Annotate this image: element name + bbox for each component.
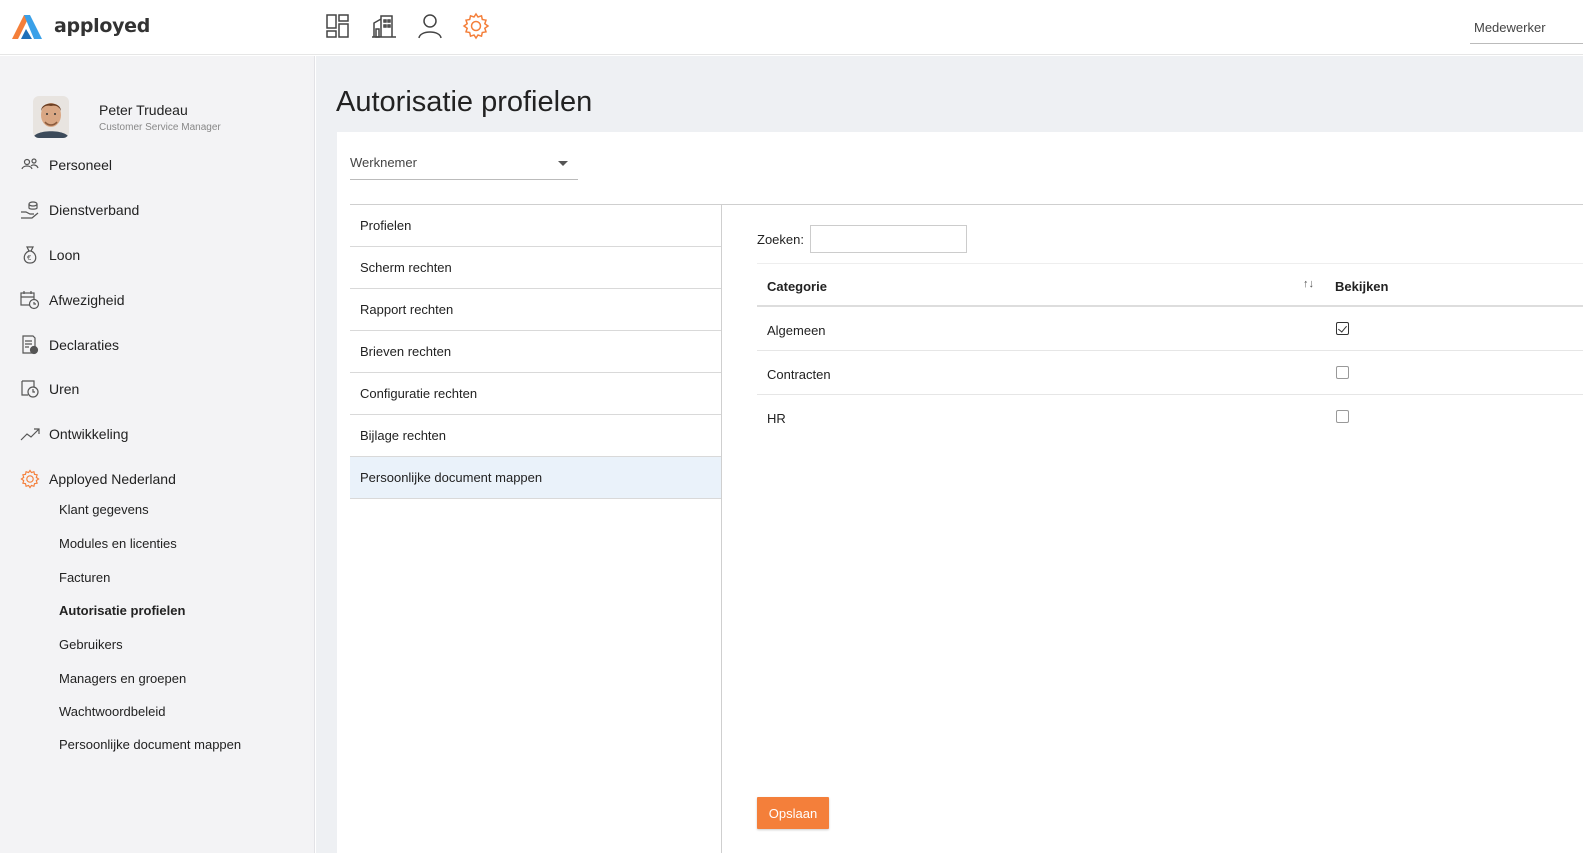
people-icon (20, 155, 40, 175)
subitem-autorisatie-profielen[interactable]: Autorisatie profielen (59, 601, 185, 621)
profile-select[interactable]: Werknemer (350, 152, 578, 180)
user-profile[interactable]: Peter Trudeau Customer Service Manager (33, 96, 221, 138)
subitem-managers-en-groepen[interactable]: Managers en groepen (59, 669, 186, 689)
page-title: Autorisatie profielen (336, 86, 593, 118)
sidebar-item-dienstverband[interactable]: Dienstverband (20, 198, 139, 222)
menu-item-rapport-rechten[interactable]: Rapport rechten (350, 289, 721, 331)
table-header: Categorie ↑↓ Bekijken (757, 263, 1583, 307)
app-logo[interactable]: apployed (12, 12, 150, 40)
sidebar-item-personeel[interactable]: Personeel (20, 153, 112, 177)
subitem-persoonlijke-document-mappen[interactable]: Persoonlijke document mappen (59, 735, 241, 755)
user-icon[interactable] (416, 10, 444, 42)
search-label: Zoeken: (757, 232, 804, 247)
sidebar-item-loon[interactable]: € Loon (20, 243, 80, 267)
sidebar-item-uren[interactable]: Uren (20, 377, 79, 401)
apployed-logo-icon (12, 15, 42, 39)
view-checkbox[interactable] (1336, 410, 1349, 423)
contract-icon (20, 200, 40, 220)
menu-item-persoonlijke-document-mappen[interactable]: Persoonlijke document mappen (350, 457, 721, 499)
chevron-down-icon (558, 161, 568, 166)
menu-item-scherm-rechten[interactable]: Scherm rechten (350, 247, 721, 289)
profile-select-value: Werknemer (350, 155, 417, 170)
subitem-wachtwoordbeleid[interactable]: Wachtwoordbeleid (59, 702, 165, 722)
menu-item-bijlage-rechten[interactable]: Bijlage rechten (350, 415, 721, 457)
svg-text:€: € (27, 254, 31, 262)
sidebar-item-declaraties[interactable]: Declaraties (20, 333, 119, 357)
rights-menu: Profielen Scherm rechten Rapport rechten… (350, 205, 721, 499)
building-icon[interactable] (370, 10, 398, 42)
sidebar-item-label: Dienstverband (49, 202, 140, 218)
receipt-icon (20, 335, 40, 355)
avatar (33, 96, 69, 138)
sidebar-item-label: Uren (49, 381, 80, 397)
table-row: Contracten (757, 351, 1583, 395)
permissions-table: Categorie ↑↓ Bekijken Algemeen Contracte… (757, 263, 1583, 439)
category-cell: HR (767, 411, 786, 426)
sidebar-item-label: Ontwikkeling (49, 426, 129, 442)
sidebar-item-ontwikkeling[interactable]: Ontwikkeling (20, 422, 128, 446)
profile-name: Peter Trudeau (99, 102, 188, 118)
calendar-clock-icon (20, 290, 40, 310)
sidebar-item-label: Declaraties (49, 337, 120, 353)
subitem-klant-gegevens[interactable]: Klant gegevens (59, 500, 149, 520)
save-button[interactable]: Opslaan (757, 797, 829, 829)
category-cell: Contracten (767, 367, 831, 382)
gear-icon (20, 469, 40, 489)
money-bag-icon: € (20, 245, 40, 265)
sidebar-item-label: Loon (49, 247, 81, 263)
sidebar-item-label: Personeel (49, 157, 113, 173)
sidebar-item-apployed-nederland[interactable]: Apployed Nederland (20, 467, 176, 491)
hours-icon (20, 379, 40, 399)
search-input[interactable] (810, 225, 967, 253)
sidebar-item-afwezigheid[interactable]: Afwezigheid (20, 288, 125, 312)
subitem-modules-en-licenties[interactable]: Modules en licenties (59, 534, 177, 554)
menu-item-brieven-rechten[interactable]: Brieven rechten (350, 331, 721, 373)
view-checkbox[interactable] (1336, 366, 1349, 379)
table-row: HR (757, 395, 1583, 439)
sidebar-item-label: Afwezigheid (49, 292, 125, 308)
sidebar: Peter Trudeau Customer Service Manager P… (0, 56, 315, 853)
menu-item-profielen[interactable]: Profielen (350, 205, 721, 247)
subitem-gebruikers[interactable]: Gebruikers (59, 635, 123, 655)
top-bar: apployed Medewerker (0, 0, 1583, 55)
sort-icon[interactable]: ↑↓ (1303, 278, 1314, 290)
profile-role: Customer Service Manager (99, 122, 221, 133)
table-row: Algemeen (757, 307, 1583, 351)
trend-icon (20, 424, 40, 444)
column-header-bekijken[interactable]: Bekijken (1335, 279, 1388, 294)
column-header-categorie[interactable]: Categorie (767, 279, 827, 294)
sidebar-item-label: Apployed Nederland (49, 471, 176, 487)
gear-icon[interactable] (462, 10, 490, 42)
subitem-facturen[interactable]: Facturen (59, 568, 110, 588)
menu-item-configuratie-rechten[interactable]: Configuratie rechten (350, 373, 721, 415)
divider (721, 204, 722, 853)
app-name: apployed (54, 15, 151, 37)
dashboard-icon[interactable] (324, 10, 352, 42)
role-select[interactable]: Medewerker (1470, 14, 1583, 44)
category-cell: Algemeen (767, 323, 826, 338)
view-checkbox[interactable] (1336, 322, 1349, 335)
top-navigation (324, 10, 490, 42)
